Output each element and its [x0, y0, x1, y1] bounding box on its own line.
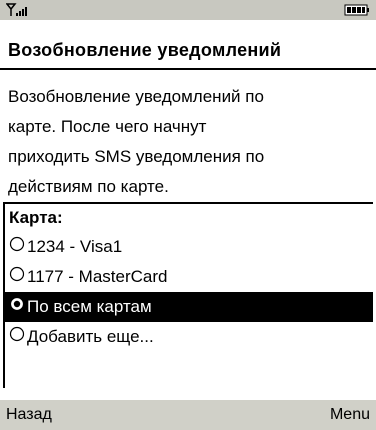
radio-option-label: 1234 - Visa1 — [27, 237, 123, 256]
back-softkey[interactable]: Назад — [6, 406, 52, 424]
radio-option-label: Добавить еще... — [27, 327, 154, 346]
phone-screen: Возобновление уведомлений Возобновление … — [0, 0, 376, 430]
radio-option-mastercard[interactable]: 1177 - MasterCard — [5, 262, 373, 292]
screen-title-bar: Возобновление уведомлений — [0, 20, 376, 70]
screen-title: Возобновление уведомлений — [8, 39, 282, 60]
status-bar — [0, 0, 376, 20]
softkey-bar: Назад Menu — [0, 400, 376, 430]
radio-unchecked-icon — [9, 236, 25, 252]
menu-softkey[interactable]: Menu — [330, 406, 370, 424]
radio-option-add-more[interactable]: Добавить еще... — [5, 322, 373, 352]
radio-unchecked-icon — [9, 266, 25, 282]
card-group-label: Карта: — [9, 208, 63, 227]
radio-option-all-cards[interactable]: По всем картам — [5, 292, 373, 322]
radio-checked-icon — [9, 296, 25, 312]
description-text: Возобновление уведомлений по карте. Посл… — [8, 87, 265, 196]
battery-icon — [344, 4, 370, 16]
card-radio-group: Карта: 1234 - Visa1 1177 - MasterCard По… — [3, 202, 373, 388]
content-area: Возобновление уведомлений по карте. Посл… — [0, 72, 376, 388]
signal-antenna-icon — [6, 3, 32, 17]
radio-option-visa1[interactable]: 1234 - Visa1 — [5, 232, 373, 262]
radio-option-label: 1177 - MasterCard — [27, 267, 168, 286]
radio-option-label: По всем картам — [27, 297, 152, 316]
radio-unchecked-icon — [9, 326, 25, 342]
